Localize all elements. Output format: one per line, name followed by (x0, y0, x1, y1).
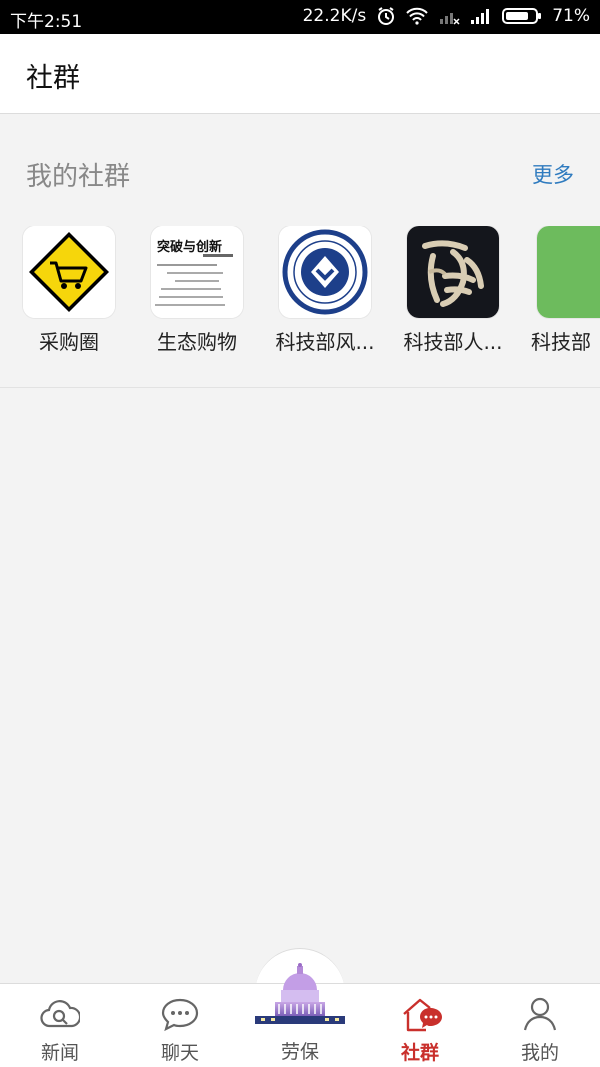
my-groups-section: 我的社群 更多 采购圈 突破与创新 生态购物 科技部风... 科技部人... 科… (0, 126, 600, 388)
status-bar: 下午2:51 22.2K/s 71% (0, 0, 600, 34)
person-icon (523, 997, 557, 1031)
group-item-tech-dept[interactable]: 科技部 (521, 226, 600, 355)
signal-icon (470, 7, 492, 25)
blue-seal-icon (279, 226, 371, 318)
text-poster-icon: 突破与创新 (151, 226, 243, 318)
tab-labor-insurance[interactable]: 劳保 (240, 958, 360, 1067)
green-square-icon (537, 226, 600, 318)
status-indicators: 22.2K/s 71% (303, 6, 590, 26)
more-link[interactable]: 更多 (532, 159, 574, 189)
calligraphy-icon (407, 226, 499, 318)
group-item-purchase-circle[interactable]: 采购圈 (9, 226, 129, 355)
group-name: 生态购物 (157, 330, 237, 354)
status-time: 下午2:51 (10, 12, 83, 32)
house-chat-icon (403, 998, 442, 1032)
tab-label: 我的 (520, 1042, 559, 1064)
section-title: 我的社群 (26, 162, 131, 192)
app-header: 社群 (0, 34, 600, 114)
tab-profile[interactable]: 我的 (480, 984, 600, 1067)
tab-chat[interactable]: 聊天 (120, 984, 240, 1067)
page-title: 社群 (26, 63, 80, 94)
poster-heading: 突破与创新 (157, 240, 223, 255)
group-name: 采购圈 (39, 330, 99, 354)
group-name: 科技部 (531, 330, 591, 354)
battery-icon (502, 7, 542, 25)
network-speed: 22.2K/s (302, 6, 367, 26)
group-name: 科技部风... (275, 330, 375, 354)
cart-sign-icon (23, 226, 115, 318)
group-name: 科技部人... (403, 330, 503, 354)
tab-community[interactable]: 社群 (360, 984, 480, 1067)
group-item-tech-venture[interactable]: 科技部风... (265, 226, 385, 355)
chat-bubble-icon (161, 998, 199, 1032)
cloud-search-icon (40, 1000, 80, 1028)
group-item-tech-talent[interactable]: 科技部人... (393, 226, 513, 355)
wifi-icon (406, 7, 428, 25)
group-item-eco-shopping[interactable]: 突破与创新 生态购物 (137, 226, 257, 355)
tab-label: 新闻 (40, 1042, 79, 1064)
capitol-building-icon (255, 963, 345, 1024)
signal-off-icon (438, 7, 460, 25)
tab-label: 劳保 (280, 1041, 319, 1063)
tab-label: 聊天 (160, 1042, 199, 1064)
tab-news[interactable]: 新闻 (0, 984, 120, 1067)
tab-label: 社群 (400, 1042, 439, 1064)
battery-level: 71% (552, 6, 590, 26)
group-list[interactable]: 采购圈 突破与创新 生态购物 科技部风... 科技部人... 科技部 (0, 226, 600, 356)
alarm-icon (376, 6, 396, 26)
